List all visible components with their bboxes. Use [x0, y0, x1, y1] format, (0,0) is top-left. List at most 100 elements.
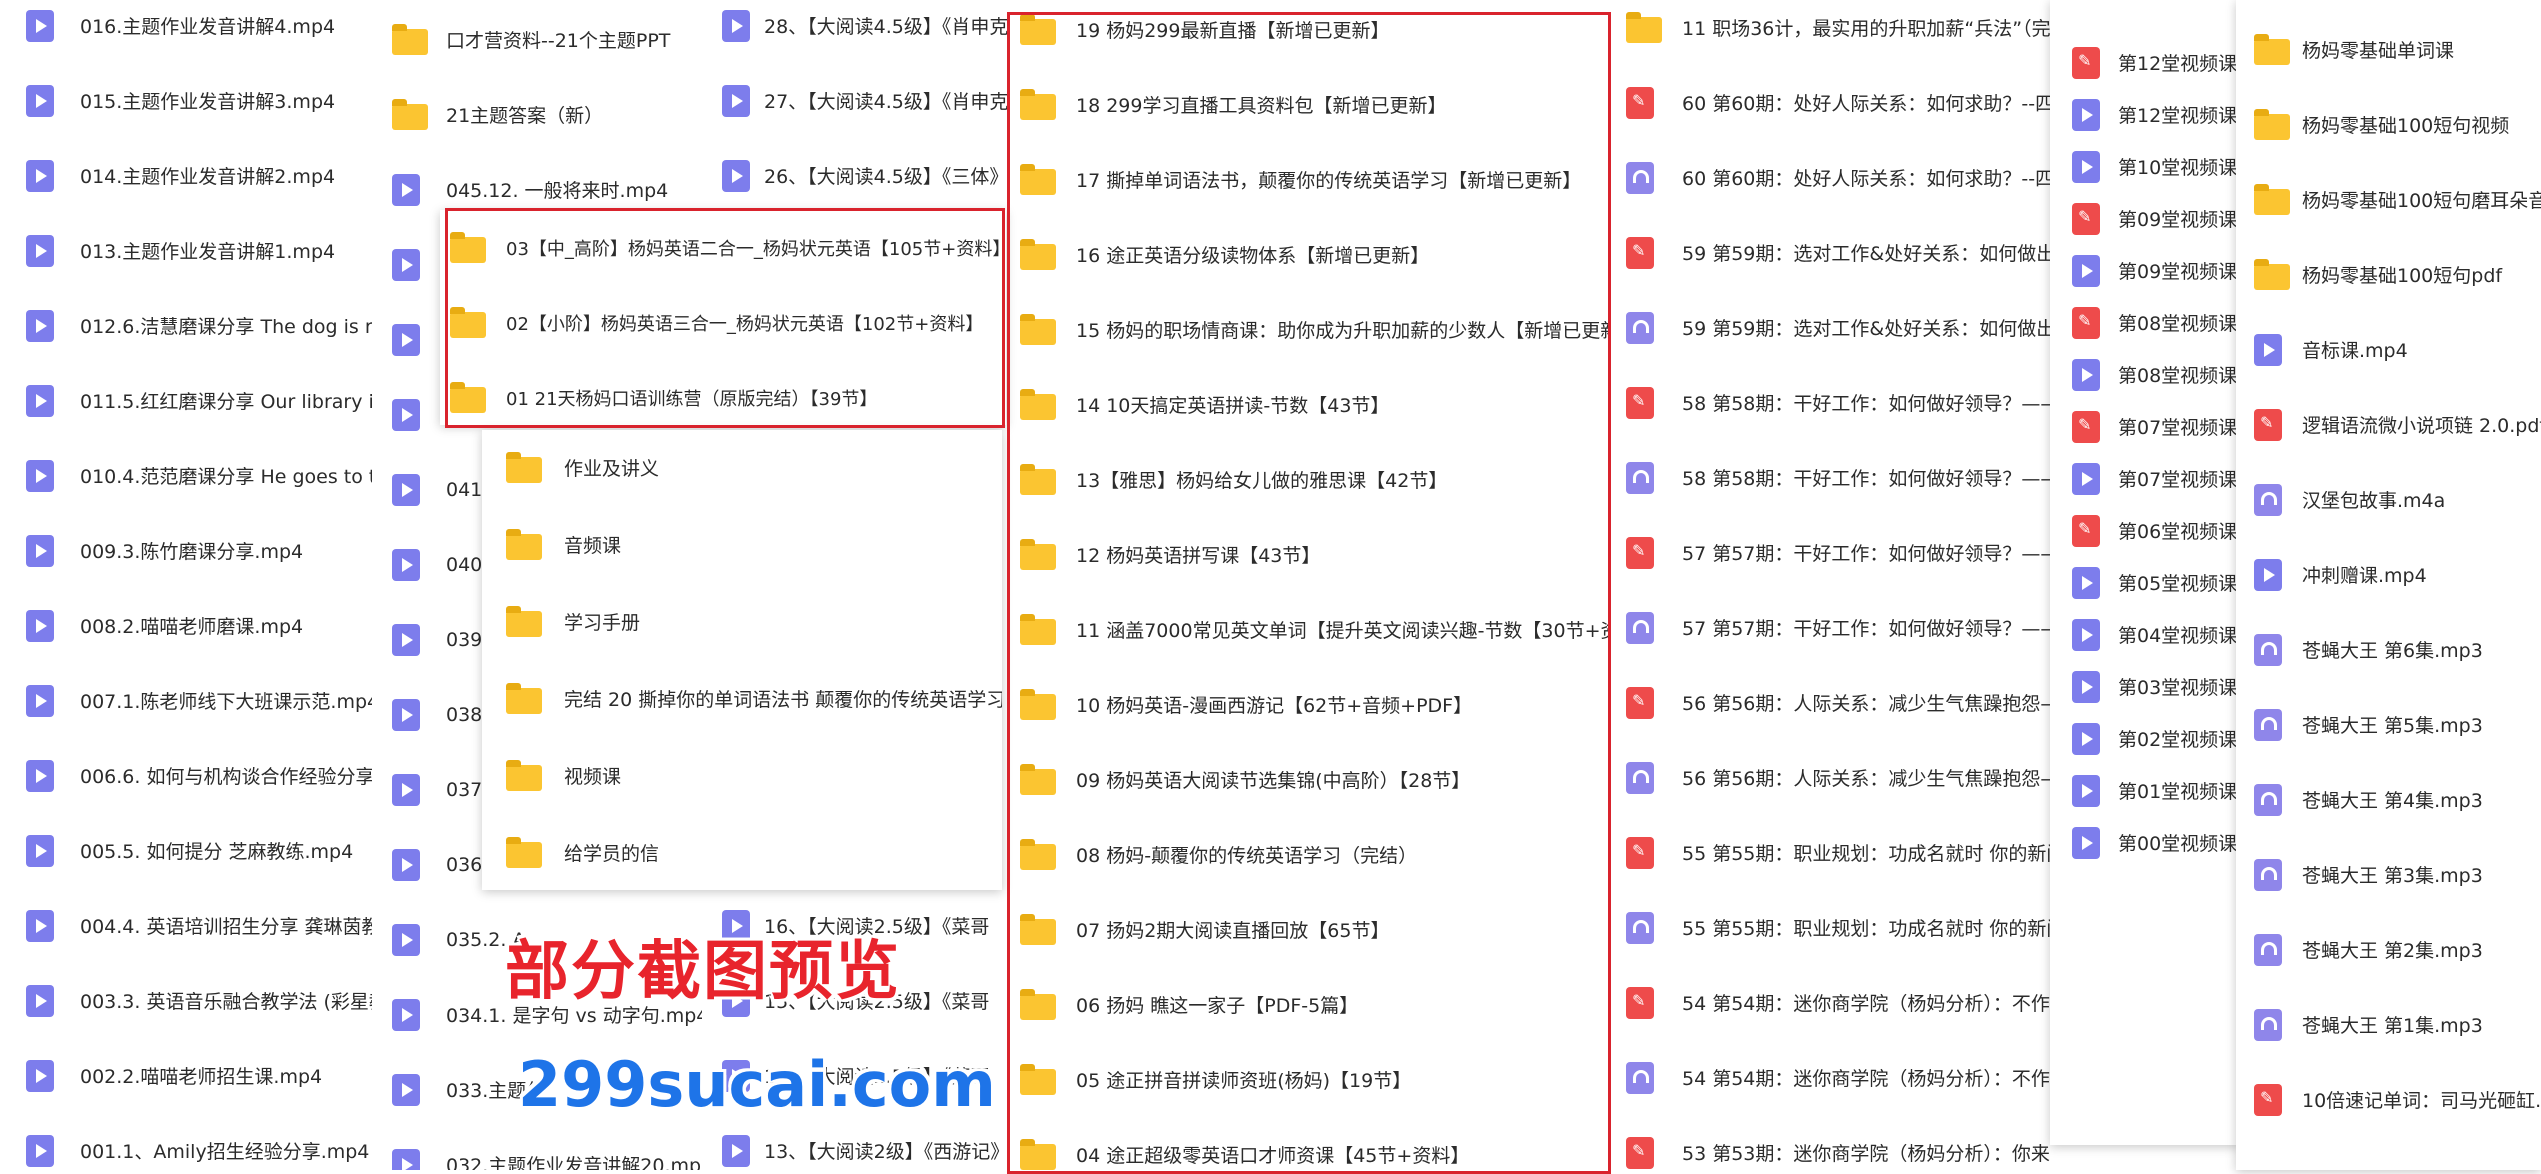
- file-row[interactable]: 013.主题作业发音讲解1.mp4: [0, 213, 372, 288]
- file-row[interactable]: 59 第59期：选对工作&处好关系：如何做出判: [1610, 290, 2050, 365]
- file-row[interactable]: 58 第58期：干好工作：如何做好领导？——逆: [1610, 365, 2050, 440]
- file-name: 010.4.范范磨课分享 He goes to the: [80, 466, 372, 488]
- file-row[interactable]: 57 第57期：干好工作：如何做好领导？——横: [1610, 515, 2050, 590]
- folder-file-icon: [2254, 34, 2290, 65]
- file-row[interactable]: 音频课: [482, 507, 1002, 582]
- file-row[interactable]: 18 299学习直播工具资料包【新增已更新】: [1010, 67, 1610, 142]
- file-row[interactable]: 11 涵盖7000常见英文单词【提升英文阅读兴趣-节数【30节+资料】: [1010, 592, 1610, 667]
- file-row[interactable]: 视频课: [482, 738, 1002, 813]
- file-row[interactable]: 007.1.陈老师线下大班课示范.mp4: [0, 663, 372, 738]
- pdf-file-icon: [1626, 986, 1654, 1019]
- file-row[interactable]: 04 途正超级零英语口才师资课【45节+资料】: [1010, 1117, 1610, 1170]
- file-row[interactable]: 016.主题作业发音讲解4.mp4: [0, 0, 372, 63]
- audio-file-icon: [1626, 311, 1654, 344]
- file-row[interactable]: 60 第60期：处好人际关系：如何求助？--四步: [1610, 65, 2050, 140]
- file-row[interactable]: 21主题答案（新）: [372, 77, 702, 152]
- file-row[interactable]: 008.2.喵喵老师磨课.mp4: [0, 588, 372, 663]
- file-row[interactable]: 苍蝇大王 第6集.mp3: [2236, 612, 2541, 687]
- file-row[interactable]: 60 第60期：处好人际关系：如何求助？--四步: [1610, 140, 2050, 215]
- file-row[interactable]: 第00堂视频课: [2050, 805, 2240, 880]
- file-row[interactable]: 17 撕掉单词语法书，颠覆你的传统英语学习【新增已更新】: [1010, 142, 1610, 217]
- file-row[interactable]: 杨妈零基础100短句磨耳朵音频: [2236, 162, 2541, 237]
- file-row[interactable]: 14 10天搞定英语拼读-节数【43节】: [1010, 367, 1610, 442]
- file-row[interactable]: 音标课.mp4: [2236, 312, 2541, 387]
- file-row[interactable]: 014.主题作业发音讲解2.mp4: [0, 138, 372, 213]
- file-row[interactable]: 01 21天杨妈口语训练营（原版完结）【39节】: [440, 360, 1006, 425]
- file-row[interactable]: 011.5.红红磨课分享 Our library is c: [0, 363, 372, 438]
- file-row[interactable]: 苍蝇大王 第1集.mp3: [2236, 987, 2541, 1062]
- file-row[interactable]: 005.5. 如何提分 芝麻教练.mp4: [0, 813, 372, 888]
- file-row[interactable]: 杨妈零基础100短句pdf: [2236, 237, 2541, 312]
- file-row[interactable]: 59 第59期：选对工作&处好关系：如何做出判: [1610, 215, 2050, 290]
- file-row[interactable]: 完结 20 撕掉你的单词语法书 颠覆你的传统英语学习: [482, 661, 1002, 736]
- file-name: 03【中_高阶】杨妈英语二合一_杨妈状元英语【105节+资料】: [506, 238, 1006, 260]
- file-row[interactable]: 57 第57期：干好工作：如何做好领导？——横: [1610, 590, 2050, 665]
- file-name: 04 途正超级零英语口才师资课【45节+资料】: [1076, 1145, 1470, 1167]
- file-row[interactable]: 03【中_高阶】杨妈英语二合一_杨妈状元英语【105节+资料】: [440, 210, 1006, 285]
- file-row[interactable]: 54 第54期：迷你商学院（杨妈分析）：不作恶: [1610, 965, 2050, 1040]
- file-row[interactable]: 56 第56期：人际关系：减少生气焦躁抱怨——: [1610, 740, 2050, 815]
- file-row[interactable]: 11 职场36计，最实用的升职加薪“兵法”（完结）: [1610, 0, 2050, 65]
- file-row[interactable]: 010.4.范范磨课分享 He goes to the: [0, 438, 372, 513]
- folder-file-icon: [1020, 539, 1056, 570]
- video-file-icon: [2072, 670, 2100, 703]
- file-row[interactable]: 13【雅思】杨妈给女儿做的雅思课【42节】: [1010, 442, 1610, 517]
- file-row[interactable]: 冲刺赠课.mp4: [2236, 537, 2541, 612]
- file-row[interactable]: 54 第54期：迷你商学院（杨妈分析）：不作恶: [1610, 1040, 2050, 1115]
- file-row[interactable]: 02【小阶】杨妈英语三合一_杨妈状元英语【102节+资料】: [440, 285, 1006, 360]
- file-row[interactable]: 苍蝇大王 第3集.mp3: [2236, 837, 2541, 912]
- file-row[interactable]: 28、【大阅读4.5级】《肖申克: [702, 0, 1010, 63]
- file-name: 逻辑语流微小说项链 2.0.pdf: [2302, 415, 2541, 437]
- file-row[interactable]: 004.4. 英语培训招生分享 龚琳茵教练: [0, 888, 372, 963]
- file-row[interactable]: 杨妈零基础单词课: [2236, 12, 2541, 87]
- file-row[interactable]: 05 途正拼音拼读师资班(杨妈)【19节】: [1010, 1042, 1610, 1117]
- file-row[interactable]: 032.主题作业发音讲解20.mp4: [372, 1127, 702, 1170]
- file-row[interactable]: 19 杨妈299最新直播【新增已更新】: [1010, 0, 1610, 67]
- file-row[interactable]: 012.6.洁慧磨课分享 The dog is run: [0, 288, 372, 363]
- file-row[interactable]: 13、【大阅读2级】《西游记》: [702, 1113, 1010, 1170]
- file-row[interactable]: 09 杨妈英语大阅读节选集锦(中高阶）【28节】: [1010, 742, 1610, 817]
- file-row[interactable]: 12 杨妈英语拼写课【43节】: [1010, 517, 1610, 592]
- file-row[interactable]: 08 杨妈-颠覆你的传统英语学习（完结）: [1010, 817, 1610, 892]
- file-row[interactable]: 53 第53期：迷你商学院（杨妈分析）：你来试试微信企业规划.pdf: [1610, 1115, 2050, 1170]
- audio-file-icon: [2254, 1008, 2282, 1041]
- file-row[interactable]: 009.3.陈竹磨课分享.mp4: [0, 513, 372, 588]
- file-row[interactable]: 苍蝇大王 第2集.mp3: [2236, 912, 2541, 987]
- file-row[interactable]: 06 扬妈 瞧这一家子【PDF-5篇】: [1010, 967, 1610, 1042]
- file-row[interactable]: 杨妈零基础100短句视频: [2236, 87, 2541, 162]
- file-name: 13、【大阅读2级】《西游记》: [764, 1141, 1010, 1163]
- video-file-icon: [392, 323, 420, 356]
- file-row[interactable]: 15 杨妈的职场情商课：助你成为升职加薪的少数人【新增已更新】: [1010, 292, 1610, 367]
- file-row[interactable]: 16 途正英语分级读物体系【新增已更新】: [1010, 217, 1610, 292]
- file-row[interactable]: 学习手册: [482, 584, 1002, 659]
- file-row[interactable]: 55 第55期：职业规划：功成名就时 你的新闻稿: [1610, 815, 2050, 890]
- file-row[interactable]: 苍蝇大王 第4集.mp3: [2236, 762, 2541, 837]
- video-file-icon: [2072, 254, 2100, 287]
- file-row[interactable]: 015.主题作业发音讲解3.mp4: [0, 63, 372, 138]
- file-panel-7: 杨妈零基础单词课 杨妈零基础100短句视频 杨妈零基础100短句磨耳朵音频 杨妈零基础…: [2236, 0, 2541, 1170]
- file-row[interactable]: 10倍速记单词：司马光砸缸.pdf: [2236, 1062, 2541, 1137]
- file-row[interactable]: 苍蝇大王 第5集.mp3: [2236, 687, 2541, 762]
- file-panel-1: 016.主题作业发音讲解4.mp4 015.主题作业发音讲解3.mp4 014.主题…: [0, 0, 372, 1170]
- file-row[interactable]: 002.2.喵喵老师招生课.mp4: [0, 1038, 372, 1113]
- file-name: 给学员的信: [564, 843, 660, 865]
- file-row[interactable]: 26、【大阅读4.5级】《三体》: [702, 138, 1010, 213]
- file-row[interactable]: 07 扬妈2期大阅读直播回放【65节】: [1010, 892, 1610, 967]
- file-name: 002.2.喵喵老师招生课.mp4: [80, 1066, 323, 1088]
- file-row[interactable]: 10 杨妈英语-漫画西游记【62节+音频+PDF】: [1010, 667, 1610, 742]
- pdf-file-icon: [2072, 410, 2100, 443]
- file-row[interactable]: 给学员的信: [482, 815, 1002, 890]
- file-row[interactable]: 006.6. 如何与机构谈合作经验分享 晓: [0, 738, 372, 813]
- file-name: 学习手册: [564, 612, 641, 634]
- file-row[interactable]: 汉堡包故事.m4a: [2236, 462, 2541, 537]
- file-row[interactable]: 27、【大阅读4.5级】《肖申克: [702, 63, 1010, 138]
- file-row[interactable]: 逻辑语流微小说项链 2.0.pdf: [2236, 387, 2541, 462]
- file-row[interactable]: 58 第58期：干好工作：如何做好领导？——逆: [1610, 440, 2050, 515]
- audio-file-icon: [1626, 911, 1654, 944]
- file-row[interactable]: 001.1、Amily招生经验分享.mp4: [0, 1113, 372, 1170]
- file-row[interactable]: 56 第56期：人际关系：减少生气焦躁抱怨——: [1610, 665, 2050, 740]
- file-row[interactable]: 55 第55期：职业规划：功成名就时 你的新闻稿: [1610, 890, 2050, 965]
- file-row[interactable]: 口才营资料--21个主题PPT: [372, 2, 702, 77]
- file-row[interactable]: 003.3. 英语音乐融合教学法 (彩星教练: [0, 963, 372, 1038]
- file-row[interactable]: 作业及讲义: [482, 430, 1002, 505]
